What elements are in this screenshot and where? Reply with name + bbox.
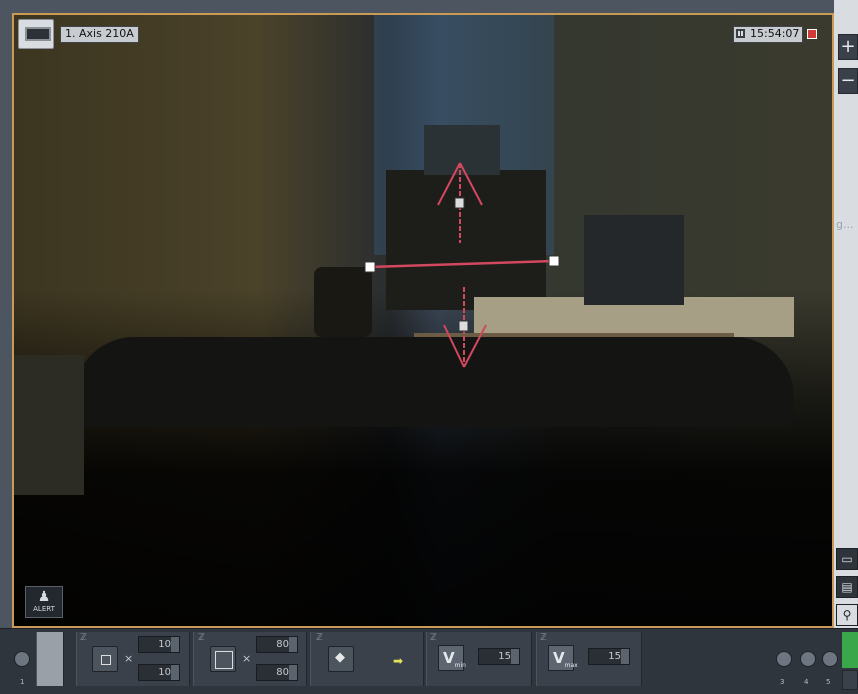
video-viewport[interactable] xyxy=(12,13,834,628)
background-text: g... xyxy=(836,218,854,231)
alert-button[interactable]: ♟ ALERT xyxy=(25,586,63,618)
min-size-square-button[interactable] xyxy=(92,646,118,672)
pin-icon[interactable]: ℤ xyxy=(198,633,205,643)
vmin-icon[interactable]: Vmin xyxy=(438,645,466,671)
min-width-input[interactable]: 10 xyxy=(138,636,180,653)
page-number-3: 3 xyxy=(780,678,785,686)
camera-icon[interactable] xyxy=(18,19,54,49)
alert-label: ALERT xyxy=(33,605,55,613)
max-size-square-button[interactable] xyxy=(210,646,236,672)
arrow-handle-up[interactable] xyxy=(454,197,465,209)
bell-icon: ♟ xyxy=(37,589,51,605)
paint-bucket-icon[interactable]: ◆ xyxy=(328,646,354,672)
search-go-button[interactable] xyxy=(842,632,858,668)
max-width-input[interactable]: 80 xyxy=(256,636,298,653)
film-reel-icon[interactable] xyxy=(800,651,816,667)
monitor-small-icon[interactable] xyxy=(842,670,858,690)
clock-icon[interactable] xyxy=(776,651,792,667)
pin-icon[interactable]: ℤ xyxy=(316,633,323,643)
zoom-in-button[interactable]: + xyxy=(838,34,858,60)
record-icon xyxy=(807,29,817,39)
detection-overlay[interactable] xyxy=(14,15,832,626)
search-icon[interactable]: ⚲ xyxy=(836,604,858,626)
page-number-5: 5 xyxy=(826,678,831,686)
pause-icon[interactable] xyxy=(736,29,745,38)
max-height-input[interactable]: 80 xyxy=(256,664,298,681)
pin-icon[interactable]: ℤ xyxy=(80,633,87,643)
min-height-input[interactable]: 10 xyxy=(138,664,180,681)
pin-icon[interactable]: ℤ xyxy=(430,633,437,643)
vmin-input[interactable]: 15 xyxy=(478,648,520,665)
direction-arrow-icon[interactable]: ➡ xyxy=(393,654,403,668)
camera-label: 1. Axis 210A xyxy=(60,26,139,43)
min-size-times: × xyxy=(124,652,134,665)
link-icon[interactable] xyxy=(822,651,838,667)
line-handle-left[interactable] xyxy=(364,261,376,273)
monitor-icon[interactable]: ▭ xyxy=(836,548,858,570)
vmax-input[interactable]: 15 xyxy=(588,648,630,665)
arrow-handle-down[interactable] xyxy=(458,320,469,332)
vmax-icon[interactable]: Vmax xyxy=(548,645,578,671)
zoom-out-button[interactable]: − xyxy=(838,68,858,94)
layout-slider[interactable] xyxy=(36,632,64,686)
page-number-4: 4 xyxy=(804,678,809,686)
archive-icon[interactable]: ▤ xyxy=(836,576,858,598)
detection-line[interactable] xyxy=(369,259,555,269)
left-page-number: 1 xyxy=(20,678,25,686)
settings-dial-icon[interactable] xyxy=(14,651,30,667)
line-handle-right[interactable] xyxy=(548,255,560,267)
pin-icon[interactable]: ℤ xyxy=(540,633,547,643)
max-size-times: × xyxy=(242,652,252,665)
